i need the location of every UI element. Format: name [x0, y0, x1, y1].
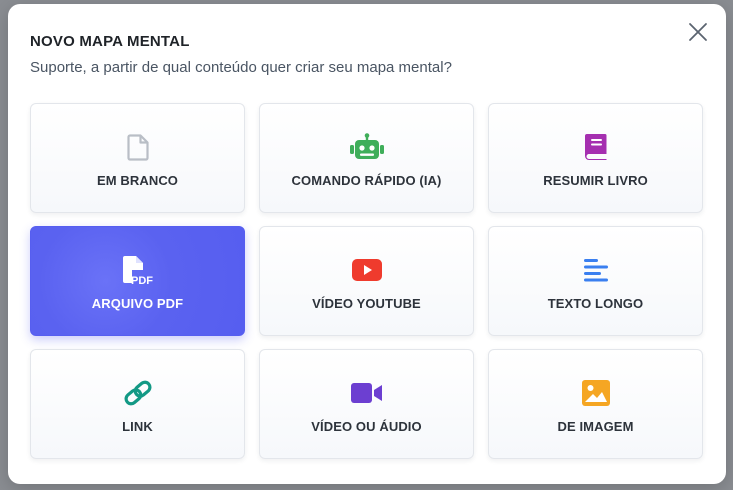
option-video-or-audio[interactable]: VÍDEO OU ÁUDIO [259, 349, 474, 459]
option-grid: EM BRANCO COMANDO RÁPIDO (IA) RESUMIR LI… [30, 103, 703, 459]
blank-file-icon [126, 133, 149, 161]
text-lines-icon [583, 257, 609, 283]
option-label: ARQUIVO PDF [91, 296, 184, 311]
option-summarize-book[interactable]: RESUMIR LIVRO [488, 103, 703, 213]
option-label: TEXTO LONGO [547, 296, 644, 311]
youtube-icon [351, 257, 382, 283]
option-label: LINK [122, 419, 153, 434]
option-youtube-video[interactable]: VÍDEO YOUTUBE [259, 226, 474, 336]
robot-icon [349, 133, 385, 160]
option-long-text[interactable]: TEXTO LONGO [488, 226, 703, 336]
book-icon [584, 134, 608, 160]
option-label: VÍDEO OU ÁUDIO [311, 419, 422, 434]
video-camera-icon [350, 380, 383, 406]
new-mind-map-dialog: NOVO MAPA MENTAL Suporte, a partir de qu… [8, 4, 726, 484]
link-icon [122, 380, 154, 406]
image-icon [581, 380, 610, 406]
option-label: DE IMAGEM [557, 419, 634, 434]
option-label: EM BRANCO [96, 173, 179, 188]
close-icon[interactable] [688, 22, 708, 42]
option-label: COMANDO RÁPIDO (IA) [291, 173, 442, 188]
option-from-image[interactable]: DE IMAGEM [488, 349, 703, 459]
pdf-file-icon: PDF [122, 256, 154, 286]
option-blank[interactable]: EM BRANCO [30, 103, 245, 213]
svg-text:PDF: PDF [131, 275, 153, 286]
option-label: RESUMIR LIVRO [543, 173, 648, 188]
dialog-title: NOVO MAPA MENTAL [30, 33, 190, 50]
option-label: VÍDEO YOUTUBE [312, 296, 421, 311]
option-quick-command-ai[interactable]: COMANDO RÁPIDO (IA) [259, 103, 474, 213]
option-link[interactable]: LINK [30, 349, 245, 459]
option-pdf-file[interactable]: PDF ARQUIVO PDF [30, 226, 245, 336]
dialog-subtitle: Suporte, a partir de qual conteúdo quer … [30, 59, 452, 76]
